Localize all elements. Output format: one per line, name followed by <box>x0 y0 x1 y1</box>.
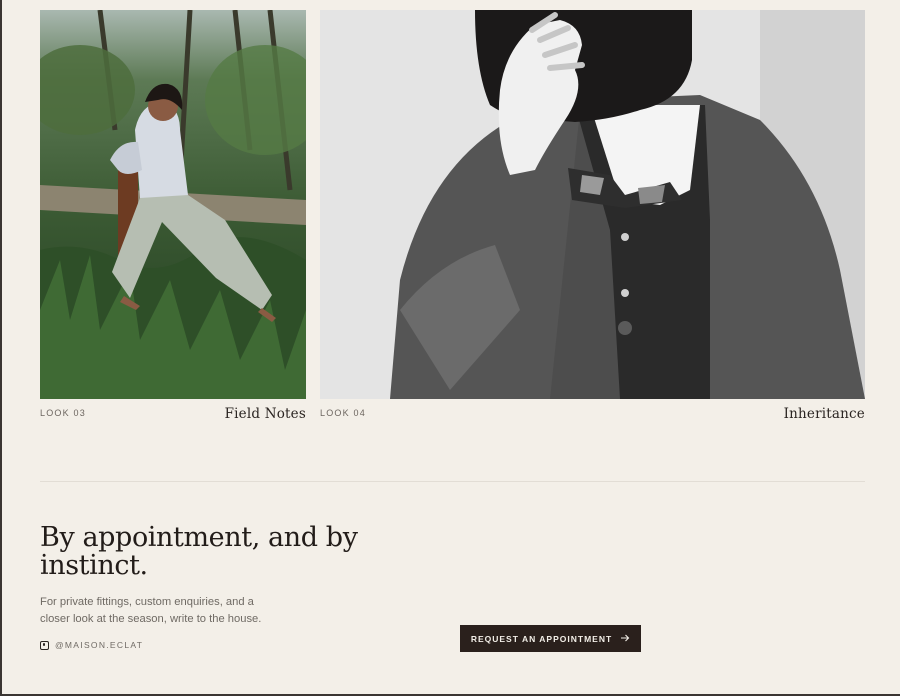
appointment-body: For private fittings, custom enquiries, … <box>40 596 262 625</box>
look-03-photo[interactable] <box>40 10 306 399</box>
look-03-number: LOOK 03 <box>40 408 86 418</box>
section-divider <box>40 481 865 482</box>
look-03-title[interactable]: Field Notes <box>225 406 306 422</box>
person-in-tweed-jacket-photo <box>320 10 865 399</box>
appointment-heading: By appointment, and by instinct. <box>40 522 358 581</box>
instagram-icon <box>40 640 49 650</box>
woman-in-garden-photo <box>40 10 306 399</box>
instagram-handle: @MAISON.ECLAT <box>55 640 144 650</box>
request-appointment-button[interactable]: REQUEST AN APPOINTMENT <box>460 625 641 652</box>
look-04-number: LOOK 04 <box>320 408 366 418</box>
request-appointment-label: REQUEST AN APPOINTMENT <box>470 633 613 644</box>
arrow-right-icon <box>621 634 630 644</box>
frame-left-edge <box>0 0 2 696</box>
look-04-title[interactable]: Inheritance <box>784 406 865 422</box>
instagram-link[interactable]: @MAISON.ECLAT <box>40 640 143 650</box>
look-04-photo[interactable] <box>320 10 865 399</box>
